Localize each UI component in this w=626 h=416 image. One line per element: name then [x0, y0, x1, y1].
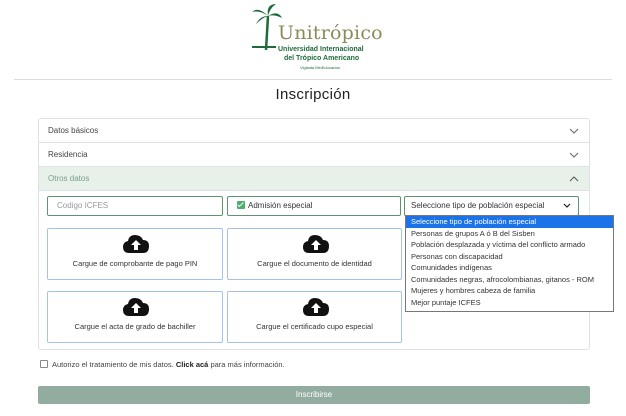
upload-label: Cargue el certificado cupo especial [256, 322, 373, 331]
consent-suffix: para más información. [210, 360, 285, 369]
dropdown-option[interactable]: Comunidades indígenas [406, 262, 613, 274]
logo-brand: Unitrópico [278, 22, 383, 44]
chevron-down-icon [563, 203, 571, 208]
accordion-header-datos-basicos[interactable]: Datos básicos [39, 119, 589, 143]
accordion-label: Otros datos [48, 174, 90, 183]
upload-acta-grado-bachiller[interactable]: Cargue el acta de grado de bachiller [47, 291, 223, 343]
cloud-upload-icon [123, 235, 149, 253]
select-value: Seleccione tipo de población especial [411, 201, 545, 210]
accordion-header-otros-datos[interactable]: Otros datos [39, 167, 589, 191]
consent-row: Autorizo el tratamiento de mis datos. Cl… [40, 360, 285, 369]
unitropico-logo: Unitrópico Universidad Internacional del… [252, 2, 383, 74]
header-divider [14, 79, 612, 80]
upload-label: Cargue el documento de identidad [257, 259, 372, 268]
upload-documento-identidad[interactable]: Cargue el documento de identidad [227, 228, 402, 280]
page-title: Inscripción [275, 86, 351, 103]
logo-line-1: Universidad Internacional [278, 46, 364, 53]
upload-label: Cargue de comprobante de pago PIN [72, 259, 198, 268]
admision-especial-checkbox[interactable]: Admisión especial [227, 196, 401, 216]
accordion-header-residencia[interactable]: Residencia [39, 143, 589, 167]
checkbox-checked-icon[interactable] [237, 201, 245, 209]
upload-comprobante-pago-pin[interactable]: Cargue de comprobante de pago PIN [47, 228, 223, 280]
dropdown-option[interactable]: Población desplazada y víctima del confl… [406, 239, 613, 251]
consent-text: Autorizo el tratamiento de mis datos. [52, 360, 174, 369]
consent-link[interactable]: Click acá [176, 360, 209, 369]
poblacion-especial-dropdown: Seleccione tipo de población especial Pe… [405, 215, 614, 312]
accordion-label: Datos básicos [48, 126, 99, 135]
icfes-code-input[interactable]: Codigo ICFES [47, 196, 223, 216]
poblacion-especial-select[interactable]: Seleccione tipo de población especial [404, 196, 579, 216]
dropdown-option[interactable]: Mujeres y hombres cabeza de familia [406, 285, 613, 297]
submit-button[interactable]: Inscribirse [38, 386, 590, 404]
dropdown-option[interactable]: Comunidades negras, afrocolombianas, git… [406, 274, 613, 286]
chevron-down-icon [569, 152, 579, 158]
cloud-upload-icon [123, 298, 149, 316]
cloud-upload-icon [303, 235, 329, 253]
upload-label: Cargue el acta de grado de bachiller [74, 322, 196, 331]
logo-line-2: del Trópico Americano [284, 55, 360, 62]
chevron-down-icon [569, 128, 579, 134]
dropdown-option[interactable]: Mejor puntaje ICFES [406, 297, 613, 309]
admision-especial-label: Admisión especial [248, 201, 313, 210]
upload-certificado-cupo-especial[interactable]: Cargue el certificado cupo especial [227, 291, 402, 343]
consent-checkbox[interactable] [40, 360, 48, 368]
dropdown-option[interactable]: Personas de grupos A ó B del Sisben [406, 228, 613, 240]
chevron-up-icon [569, 176, 579, 182]
dropdown-option[interactable]: Personas con discapacidad [406, 251, 613, 263]
accordion-label: Residencia [48, 150, 88, 159]
cloud-upload-icon [303, 298, 329, 316]
logo-line-3: Vigilada MinEducación [300, 65, 341, 70]
dropdown-option[interactable]: Seleccione tipo de población especial [406, 216, 613, 228]
